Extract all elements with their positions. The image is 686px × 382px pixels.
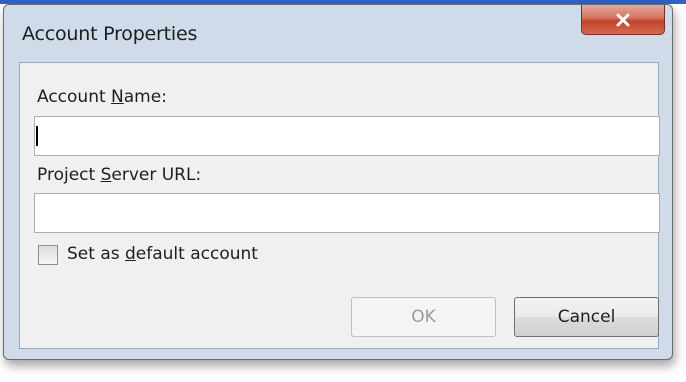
server-url-access-key: S xyxy=(100,165,112,185)
text-caret xyxy=(36,126,38,146)
server-url-label-rest: erver URL: xyxy=(111,165,202,185)
dialog-client-area: Account Name: Project Server URL: Set as… xyxy=(19,62,660,349)
close-button[interactable] xyxy=(581,5,665,35)
default-account-checkbox[interactable] xyxy=(38,245,58,265)
server-url-input[interactable] xyxy=(34,193,660,233)
account-name-label: Account Name: xyxy=(37,87,167,107)
server-url-label: Project Server URL: xyxy=(37,165,201,185)
default-account-access-key: d xyxy=(125,244,136,264)
ok-button[interactable]: OK xyxy=(351,297,496,337)
server-url-label-part: Project xyxy=(37,165,101,185)
default-account-label[interactable]: Set as default account xyxy=(67,244,258,264)
cancel-button[interactable]: Cancel xyxy=(514,297,659,337)
account-name-input[interactable] xyxy=(34,116,660,156)
default-account-label-rest: efault account xyxy=(135,244,258,264)
account-properties-dialog: Account Properties Account Name: Project… xyxy=(3,4,673,360)
default-account-label-part: Set as xyxy=(67,244,125,264)
account-name-access-key: N xyxy=(111,87,124,107)
dialog-title: Account Properties xyxy=(22,23,198,45)
account-name-label-part: Account xyxy=(37,87,112,107)
close-icon xyxy=(616,13,630,26)
account-name-label-rest: ame: xyxy=(123,87,167,107)
